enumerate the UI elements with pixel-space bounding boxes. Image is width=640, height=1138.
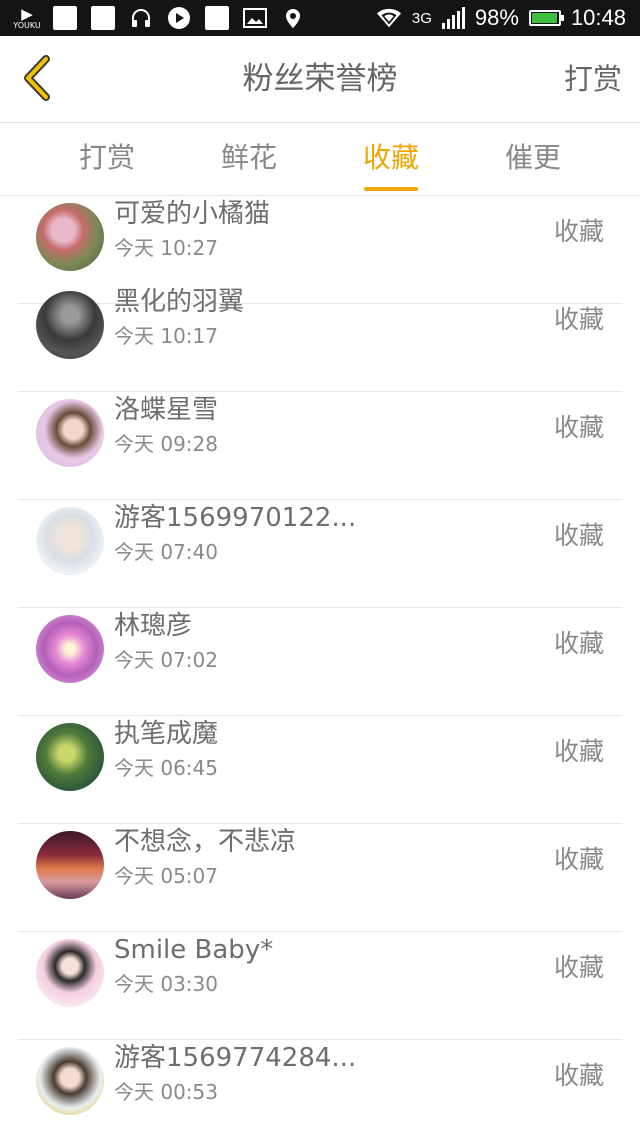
avatar[interactable]	[36, 723, 104, 791]
user-time: 今天 07:02	[114, 648, 218, 672]
user-time: 今天 10:27	[114, 236, 218, 260]
user-time: 今天 03:30	[114, 972, 218, 996]
chevron-left-icon	[24, 55, 50, 101]
user-name: 洛蝶星雪	[114, 395, 219, 425]
action-label: 收藏	[553, 521, 604, 550]
user-name: 林璁彦	[114, 611, 193, 641]
avatar[interactable]	[36, 939, 104, 1007]
tab-flowers[interactable]: 鲜花	[194, 123, 304, 195]
avatar[interactable]	[36, 615, 104, 683]
avatar[interactable]	[36, 291, 104, 359]
user-name: 可爱的小橘猫	[114, 199, 271, 229]
user-name: Smile Baby*	[114, 935, 274, 965]
action-label: 收藏	[553, 217, 604, 246]
action-label: 收藏	[553, 413, 604, 442]
user-name: 黑化的羽翼	[114, 287, 245, 317]
action-label: 收藏	[553, 629, 604, 658]
avatar[interactable]	[36, 507, 104, 575]
avatar[interactable]	[36, 203, 104, 271]
action-label: 收藏	[553, 305, 604, 334]
action-label: 收藏	[553, 737, 604, 766]
user-name: 游客1569774284...	[114, 1043, 357, 1073]
back-button[interactable]	[10, 50, 66, 106]
avatar[interactable]	[36, 831, 104, 899]
notification-icons: ▶ YOUKU	[13, 0, 306, 36]
wifi-icon	[376, 5, 402, 31]
reward-button[interactable]: 打赏	[564, 36, 622, 122]
list-item[interactable]: 游客1569970122... 今天 07:40 收藏	[18, 500, 622, 608]
user-time: 今天 00:53	[114, 1080, 218, 1104]
user-time: 今天 10:17	[114, 324, 218, 348]
header: 粉丝荣誉榜 打赏	[0, 36, 640, 123]
list-item[interactable]: 黑化的羽翼 今天 10:17 收藏	[18, 284, 622, 392]
user-time: 今天 07:40	[114, 540, 218, 564]
user-name: 不想念，不悲凉	[114, 827, 297, 857]
action-label: 收藏	[553, 953, 604, 982]
avatar[interactable]	[36, 399, 104, 467]
location-icon	[280, 5, 306, 31]
battery-percent: 98%	[474, 5, 519, 30]
avatar[interactable]	[36, 1047, 104, 1115]
list-item[interactable]: Smile Baby* 今天 03:30 收藏	[18, 932, 622, 1040]
tab-bar: 打赏 鲜花 收藏 催更	[0, 123, 640, 196]
headset-icon	[128, 5, 154, 31]
list-item[interactable]: 不想念，不悲凉 今天 05:07 收藏	[18, 824, 622, 932]
play-circle-icon	[166, 5, 192, 31]
app-notification-icon	[52, 5, 78, 31]
user-time: 今天 09:28	[114, 432, 218, 456]
tab-favorites[interactable]: 收藏	[336, 123, 446, 195]
user-name: 执笔成魔	[114, 719, 219, 749]
list-item[interactable]: 林璁彦 今天 07:02 收藏	[18, 608, 622, 716]
tab-reward[interactable]: 打赏	[52, 123, 162, 195]
status-bar: ▶ YOUKU 3G 98% 10:48	[0, 0, 640, 36]
list-item[interactable]: 游客1569774284... 今天 00:53 收藏	[18, 1040, 622, 1138]
user-time: 今天 05:07	[114, 864, 218, 888]
system-status: 3G 98% 10:48	[376, 0, 626, 36]
youku-app-icon: ▶ YOUKU	[13, 5, 41, 30]
list-item[interactable]: 洛蝶星雪 今天 09:28 收藏	[18, 392, 622, 500]
signal-icon	[441, 7, 465, 29]
clock: 10:48	[570, 5, 626, 30]
app-notification-icon	[90, 5, 116, 31]
active-tab-indicator	[364, 187, 418, 191]
image-icon	[242, 5, 268, 31]
user-time: 今天 06:45	[114, 756, 218, 780]
action-label: 收藏	[553, 845, 604, 874]
user-name: 游客1569970122...	[114, 503, 357, 533]
list-item[interactable]: 执笔成魔 今天 06:45 收藏	[18, 716, 622, 824]
action-label: 收藏	[553, 1061, 604, 1090]
tab-urge-update[interactable]: 催更	[478, 123, 588, 195]
network-type: 3G	[411, 9, 432, 27]
app-notification-icon	[204, 5, 230, 31]
battery-icon	[528, 10, 564, 26]
page-title: 粉丝荣誉榜	[242, 61, 398, 97]
fan-list: 可爱的小橘猫 今天 10:27 收藏 黑化的羽翼 今天 10:17 收藏 洛蝶星…	[0, 196, 640, 1138]
